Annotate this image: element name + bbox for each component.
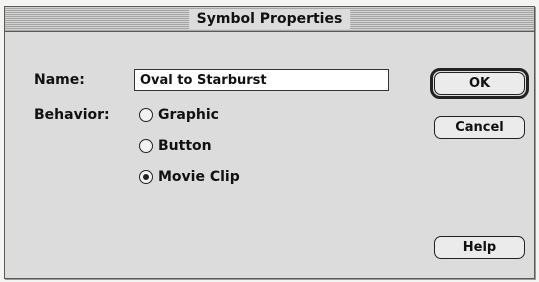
behavior-option-label: Button xyxy=(158,138,212,154)
help-button[interactable]: Help xyxy=(434,236,525,259)
radio-selected-dot xyxy=(143,174,149,180)
cancel-button[interactable]: Cancel xyxy=(434,116,525,139)
radio-button-selected[interactable] xyxy=(139,170,153,184)
behavior-option-button[interactable]: Button xyxy=(139,136,212,156)
dialog-title: Symbol Properties xyxy=(188,9,351,29)
behavior-label: Behavior: xyxy=(34,107,110,123)
radio-button-unselected[interactable] xyxy=(139,139,153,153)
behavior-option-label: Movie Clip xyxy=(158,169,240,185)
name-field[interactable] xyxy=(134,69,389,91)
behavior-option-graphic[interactable]: Graphic xyxy=(139,105,219,125)
behavior-option-movie-clip[interactable]: Movie Clip xyxy=(139,167,240,187)
title-bar[interactable]: Symbol Properties xyxy=(5,7,534,32)
name-label: Name: xyxy=(34,72,85,88)
symbol-properties-dialog: Symbol Properties Name: Behavior: Graphi… xyxy=(4,6,535,279)
behavior-option-label: Graphic xyxy=(158,107,219,123)
ok-button[interactable]: OK xyxy=(434,72,525,95)
radio-button-unselected[interactable] xyxy=(139,108,153,122)
